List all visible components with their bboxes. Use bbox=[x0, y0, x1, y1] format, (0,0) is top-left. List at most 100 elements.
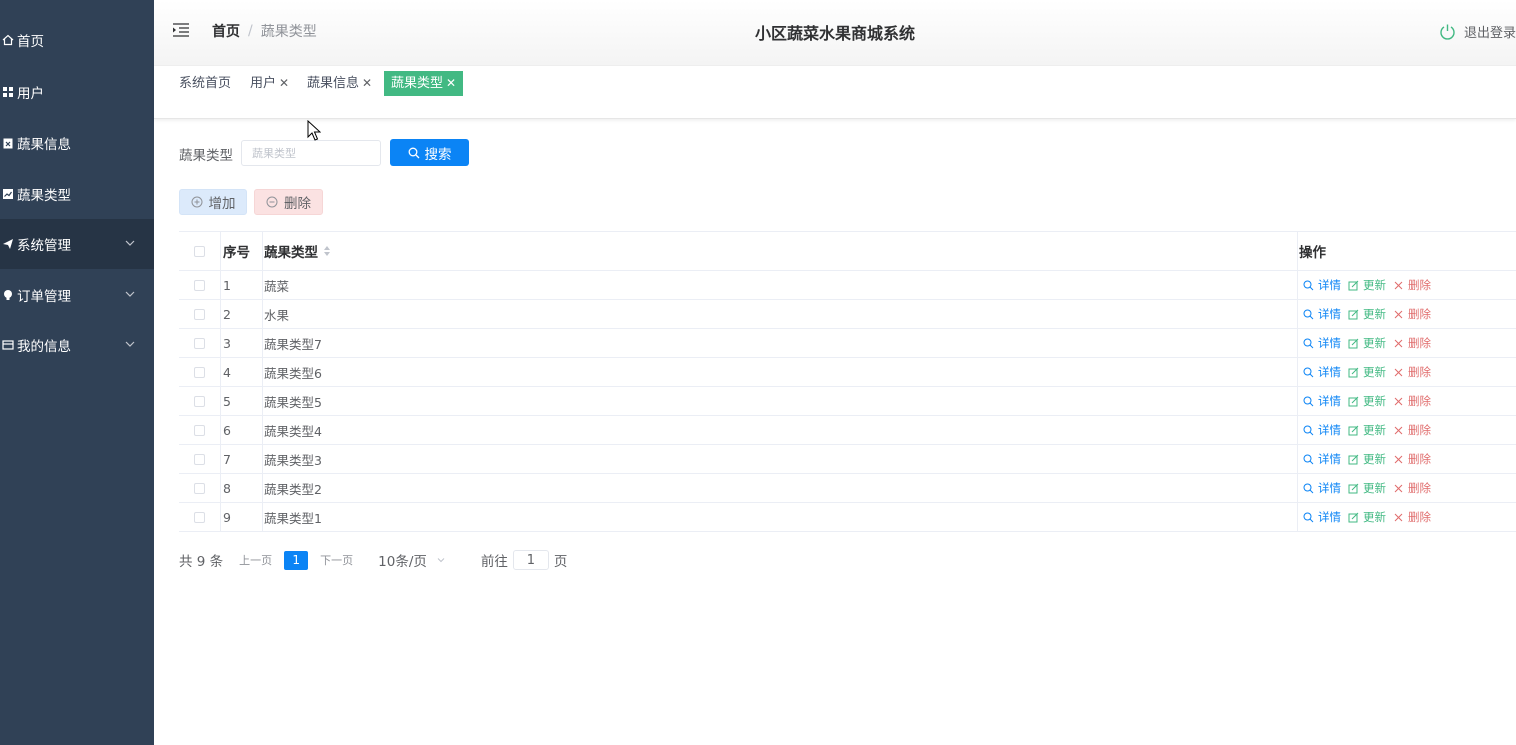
close-icon[interactable]: ✕ bbox=[279, 71, 289, 96]
sidebar-item-system[interactable]: 系统管理 bbox=[0, 219, 154, 269]
pagination: 共 9 条 上一页 1 下一页 10条/页 前往 页 bbox=[179, 549, 567, 571]
close-icon bbox=[1394, 339, 1403, 347]
select-all-checkbox[interactable] bbox=[194, 245, 205, 257]
delete-button[interactable]: 删除 bbox=[1393, 277, 1431, 293]
update-button[interactable]: 更新 bbox=[1348, 509, 1386, 525]
search-button[interactable]: 搜索 bbox=[390, 139, 469, 166]
edit-icon bbox=[1348, 512, 1359, 522]
delete-button[interactable]: 删除 bbox=[1393, 393, 1431, 409]
column-header-name[interactable]: 蔬果类型 bbox=[263, 232, 1298, 270]
row-name: 蔬果类型7 bbox=[263, 329, 1298, 357]
delete-button[interactable]: 删除 bbox=[1393, 306, 1431, 322]
update-button[interactable]: 更新 bbox=[1348, 451, 1386, 467]
search-icon bbox=[1303, 425, 1314, 435]
delete-label: 删除 bbox=[1408, 394, 1431, 408]
add-button[interactable]: 增加 bbox=[179, 189, 247, 215]
sidebar-item-label: 首页 bbox=[17, 34, 44, 50]
detail-button[interactable]: 详情 bbox=[1303, 393, 1341, 409]
delete-button[interactable]: 删除 bbox=[1393, 422, 1431, 438]
detail-button[interactable]: 详情 bbox=[1303, 422, 1341, 438]
row-select-cell bbox=[179, 416, 221, 444]
update-button[interactable]: 更新 bbox=[1348, 277, 1386, 293]
goto-label: 前往 bbox=[480, 554, 508, 570]
sidebar-item-home[interactable]: 首页 bbox=[0, 15, 154, 65]
detail-button[interactable]: 详情 bbox=[1303, 306, 1341, 322]
detail-button[interactable]: 详情 bbox=[1303, 335, 1341, 351]
row-checkbox[interactable] bbox=[194, 337, 205, 349]
delete-label: 删除 bbox=[1408, 336, 1431, 350]
detail-button[interactable]: 详情 bbox=[1303, 451, 1341, 467]
delete-button[interactable]: 删除 bbox=[1393, 509, 1431, 525]
delete-button[interactable]: 删除 bbox=[1393, 480, 1431, 496]
detail-button[interactable]: 详情 bbox=[1303, 509, 1341, 525]
update-button[interactable]: 更新 bbox=[1348, 335, 1386, 351]
update-button[interactable]: 更新 bbox=[1348, 422, 1386, 438]
row-select-cell bbox=[179, 387, 221, 415]
chevron-down-icon bbox=[125, 240, 135, 246]
logout-button[interactable]: 退出登录 bbox=[1439, 22, 1516, 41]
row-checkbox[interactable] bbox=[194, 308, 205, 320]
row-checkbox[interactable] bbox=[194, 482, 205, 494]
row-checkbox[interactable] bbox=[194, 511, 205, 523]
column-header-ops: 操作 bbox=[1299, 245, 1326, 261]
sidebar-item-label: 蔬果类型 bbox=[17, 188, 71, 204]
chevron-down-icon bbox=[125, 291, 135, 297]
detail-label: 详情 bbox=[1318, 278, 1341, 292]
update-button[interactable]: 更新 bbox=[1348, 480, 1386, 496]
row-checkbox[interactable] bbox=[194, 424, 205, 436]
add-button-label: 增加 bbox=[208, 196, 236, 211]
top-header: 首页 / 蔬果类型 小区蔬菜水果商城系统 退出登录 bbox=[154, 0, 1516, 66]
row-name: 蔬果类型2 bbox=[263, 474, 1298, 502]
page-size-select[interactable]: 10条/页 bbox=[378, 550, 445, 570]
sidebar-item-produce-type[interactable]: 蔬果类型 bbox=[0, 169, 154, 219]
next-page-button[interactable]: 下一页 bbox=[320, 552, 353, 568]
sidebar-item-orders[interactable]: 订单管理 bbox=[0, 270, 154, 320]
row-ops: 详情 更新 删除 bbox=[1298, 329, 1516, 357]
page-number-button[interactable]: 1 bbox=[284, 550, 309, 570]
grid-icon bbox=[2, 86, 14, 98]
tag-produce-info[interactable]: 蔬果信息 ✕ bbox=[301, 71, 378, 96]
search-input[interactable] bbox=[241, 140, 381, 166]
row-checkbox[interactable] bbox=[194, 366, 205, 378]
data-table: 序号 蔬果类型 操作 1 蔬菜 详情 更新 删除 2 水果 详情 更新 删除 3 蔬果类型7 详情 更新删… bbox=[179, 231, 1516, 532]
plus-circle-icon bbox=[191, 196, 202, 208]
sidebar: 首页 用户 蔬果信息 蔬果类型 系统管理 订单管理 我的信息 bbox=[0, 0, 154, 745]
detail-button[interactable]: 详情 bbox=[1303, 364, 1341, 380]
update-button[interactable]: 更新 bbox=[1348, 393, 1386, 409]
detail-button[interactable]: 详情 bbox=[1303, 480, 1341, 496]
detail-button[interactable]: 详情 bbox=[1303, 277, 1341, 293]
sort-icon[interactable] bbox=[323, 245, 331, 257]
edit-icon bbox=[1348, 367, 1359, 377]
sidebar-item-users[interactable]: 用户 bbox=[0, 67, 154, 117]
delete-label: 删除 bbox=[1408, 278, 1431, 292]
row-ops: 详情 更新 删除 bbox=[1298, 387, 1516, 415]
tag-produce-type[interactable]: 蔬果类型 ✕ bbox=[384, 71, 464, 96]
update-label: 更新 bbox=[1363, 394, 1386, 408]
row-select-cell bbox=[179, 503, 221, 531]
delete-button[interactable]: 删除 bbox=[1393, 364, 1431, 380]
close-icon bbox=[1394, 310, 1403, 318]
send-icon bbox=[2, 238, 14, 250]
tag-users[interactable]: 用户 ✕ bbox=[244, 71, 295, 96]
update-button[interactable]: 更新 bbox=[1348, 364, 1386, 380]
row-checkbox[interactable] bbox=[194, 453, 205, 465]
prev-page-button[interactable]: 上一页 bbox=[239, 552, 272, 568]
batch-delete-button[interactable]: 删除 bbox=[254, 189, 323, 215]
chevron-down-icon bbox=[437, 558, 445, 563]
delete-button[interactable]: 删除 bbox=[1393, 335, 1431, 351]
row-checkbox[interactable] bbox=[194, 395, 205, 407]
update-button[interactable]: 更新 bbox=[1348, 306, 1386, 322]
sidebar-item-produce-info[interactable]: 蔬果信息 bbox=[0, 118, 154, 168]
close-icon[interactable]: ✕ bbox=[446, 71, 456, 96]
goto-page-input[interactable] bbox=[512, 550, 549, 570]
row-ops: 详情 更新 删除 bbox=[1298, 358, 1516, 386]
tag-home[interactable]: 系统首页 bbox=[173, 71, 237, 96]
close-icon[interactable]: ✕ bbox=[362, 71, 372, 96]
delete-label: 删除 bbox=[1408, 307, 1431, 321]
delete-button[interactable]: 删除 bbox=[1393, 451, 1431, 467]
row-checkbox[interactable] bbox=[194, 279, 205, 291]
detail-label: 详情 bbox=[1318, 481, 1341, 495]
sidebar-item-my-info[interactable]: 我的信息 bbox=[0, 320, 154, 370]
sidebar-item-label: 订单管理 bbox=[17, 289, 71, 305]
table-row: 3 蔬果类型7 详情 更新 删除 bbox=[179, 329, 1516, 358]
